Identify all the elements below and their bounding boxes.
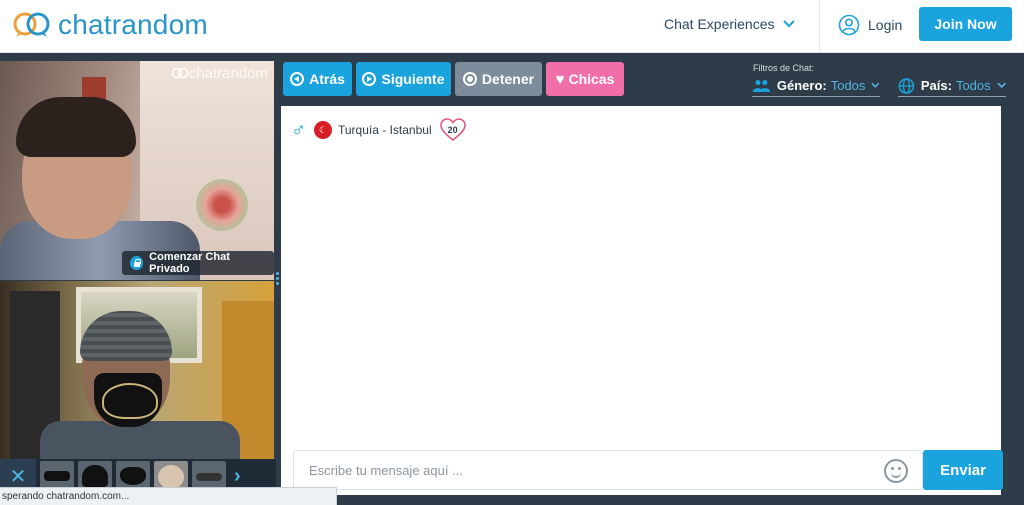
- back-button[interactable]: Atrás: [283, 62, 352, 96]
- site-header: chatrandom Chat Experiences Login Join N…: [0, 0, 1024, 53]
- country-filter[interactable]: País: Todos: [898, 77, 1006, 97]
- video-panel: chatrandom Comenzar Chat Privado ✕ ›: [0, 53, 276, 505]
- chat-experiences-menu[interactable]: Chat Experiences: [664, 16, 795, 32]
- gender-value: Todos: [830, 78, 866, 93]
- chevron-down-icon: [871, 82, 880, 88]
- video-face-mask: [94, 373, 162, 427]
- stop-icon: [462, 72, 477, 86]
- partner-video: chatrandom Comenzar Chat Privado: [0, 61, 274, 280]
- start-private-chat-button[interactable]: Comenzar Chat Privado: [122, 251, 274, 275]
- chevron-down-icon: [782, 20, 795, 28]
- video-flowers: [196, 179, 248, 231]
- girls-button[interactable]: ♥ Chicas: [546, 62, 624, 96]
- smiley-icon[interactable]: [884, 459, 908, 483]
- male-icon: ♂: [291, 119, 306, 141]
- back-icon: [290, 72, 305, 86]
- next-label: Siguiente: [381, 71, 445, 87]
- partner-age: 20: [447, 125, 458, 135]
- partner-info: ♂ ☾ Turquía - Istanbul 20: [291, 118, 466, 142]
- chat-filters-title: Filtros de Chat:: [753, 63, 815, 73]
- video-person-body: [40, 421, 240, 461]
- gender-label: Género:: [776, 78, 827, 93]
- watermark: chatrandom: [171, 65, 268, 82]
- panel-resize-handle[interactable]: [276, 272, 280, 288]
- heart-icon: ♥: [555, 70, 565, 88]
- stop-label: Detener: [481, 71, 535, 87]
- message-composer: [293, 450, 923, 490]
- users-icon: [752, 79, 771, 92]
- country-label: País:: [920, 78, 952, 93]
- logo[interactable]: chatrandom: [12, 8, 208, 42]
- self-video: [0, 281, 274, 461]
- gender-filter[interactable]: Género: Todos: [752, 77, 880, 97]
- stop-button[interactable]: Detener: [455, 62, 542, 96]
- login-link[interactable]: Login: [838, 14, 902, 36]
- chat-bubbles-icon: [13, 12, 50, 37]
- chevron-down-icon: [996, 82, 1006, 89]
- header-divider: [819, 0, 820, 53]
- chat-bubbles-icon: [171, 67, 189, 78]
- watermark-text: chatrandom: [188, 65, 268, 82]
- partner-age-badge: 20: [439, 118, 466, 142]
- girls-label: Chicas: [568, 71, 615, 87]
- next-icon: [362, 72, 377, 86]
- join-now-button[interactable]: Join Now: [919, 7, 1012, 41]
- logo-text: chatrandom: [58, 9, 208, 40]
- private-chat-label: Comenzar Chat Privado: [149, 251, 230, 275]
- turkey-flag-icon: ☾: [314, 121, 332, 139]
- chat-window: ♂ ☾ Turquía - Istanbul 20 Enviar: [281, 106, 1003, 495]
- partner-location: Turquía - Istanbul: [338, 123, 432, 137]
- send-button[interactable]: Enviar: [923, 450, 1003, 490]
- next-button[interactable]: Siguiente: [356, 62, 451, 96]
- chat-panel: Atrás Siguiente Detener ♥ Chicas Filtros…: [276, 53, 1024, 505]
- login-label: Login: [868, 17, 903, 33]
- chevron-right-icon[interactable]: ›: [234, 465, 241, 488]
- message-input[interactable]: [294, 451, 854, 489]
- browser-status-bar: sperando chatrandom.com...: [0, 487, 337, 505]
- lock-icon: [130, 256, 144, 270]
- user-circle-icon: [838, 14, 860, 36]
- chat-experiences-label: Chat Experiences: [664, 16, 775, 32]
- video-person-hair: [16, 97, 136, 157]
- back-label: Atrás: [309, 71, 345, 87]
- country-value: Todos: [955, 78, 991, 93]
- globe-icon: [898, 77, 915, 94]
